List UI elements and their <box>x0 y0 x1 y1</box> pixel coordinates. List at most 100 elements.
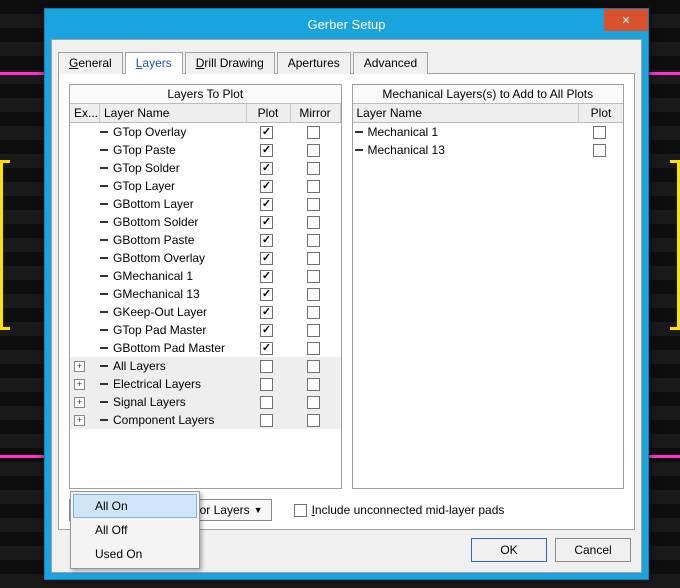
layer-name-label: GTop Layer <box>113 179 175 193</box>
table-row[interactable]: GBottom Layer <box>70 195 341 213</box>
layers-to-plot-body[interactable]: GTop Overlay GTop Paste GTop Solder GTop La… <box>70 123 341 488</box>
layer-name-label: Mechanical 1 <box>368 125 439 139</box>
plot-checkbox[interactable] <box>260 198 273 211</box>
expand-icon[interactable]: + <box>74 379 85 390</box>
layer-name-label: GTop Pad Master <box>113 323 206 337</box>
plot-checkbox[interactable] <box>260 342 273 355</box>
table-row[interactable]: GBottom Pad Master <box>70 339 341 357</box>
col-layer-name[interactable]: Layer Name <box>100 104 247 122</box>
plot-checkbox[interactable] <box>260 324 273 337</box>
plot-checkbox[interactable] <box>260 252 273 265</box>
menu-item-all-off[interactable]: All Off <box>73 518 197 542</box>
plot-layers-menu: All OnAll OffUsed On <box>70 491 200 569</box>
table-row[interactable]: GTop Layer <box>70 177 341 195</box>
plot-checkbox[interactable] <box>260 270 273 283</box>
table-row[interactable]: +Electrical Layers <box>70 375 341 393</box>
plot-checkbox[interactable] <box>260 162 273 175</box>
table-row[interactable]: GKeep-Out Layer <box>70 303 341 321</box>
mirror-checkbox[interactable] <box>307 216 320 229</box>
layer-dash-icon <box>100 383 108 385</box>
col-mech-plot[interactable]: Plot <box>579 104 623 122</box>
expand-icon[interactable]: + <box>74 361 85 372</box>
plot-checkbox[interactable] <box>593 126 606 139</box>
layer-dash-icon <box>100 311 108 313</box>
layer-name-label: Signal Layers <box>113 395 186 409</box>
mechanical-layers-body[interactable]: Mechanical 1 Mechanical 13 <box>353 123 624 488</box>
layer-dash-icon <box>100 293 108 295</box>
layer-name-label: GTop Solder <box>113 161 180 175</box>
plot-checkbox[interactable] <box>593 144 606 157</box>
table-row[interactable]: GBottom Solder <box>70 213 341 231</box>
chevron-down-icon: ▼ <box>254 505 263 515</box>
plot-checkbox[interactable] <box>260 414 273 427</box>
table-row[interactable]: GTop Pad Master <box>70 321 341 339</box>
cancel-button[interactable]: Cancel <box>555 538 631 562</box>
mirror-checkbox[interactable] <box>307 324 320 337</box>
tab-general[interactable]: General <box>58 52 123 74</box>
layer-name-label: GMechanical 1 <box>113 269 193 283</box>
mirror-checkbox[interactable] <box>307 180 320 193</box>
table-row[interactable]: +All Layers <box>70 357 341 375</box>
mirror-checkbox[interactable] <box>307 162 320 175</box>
mirror-checkbox[interactable] <box>307 270 320 283</box>
layer-dash-icon <box>100 329 108 331</box>
layer-name-label: GTop Overlay <box>113 125 186 139</box>
plot-checkbox[interactable] <box>260 180 273 193</box>
titlebar[interactable]: Gerber Setup ✕ <box>45 9 648 39</box>
include-unconnected-option[interactable]: Include unconnected mid-layer pads <box>294 503 505 517</box>
mirror-checkbox[interactable] <box>307 198 320 211</box>
expand-icon[interactable]: + <box>74 415 85 426</box>
plot-checkbox[interactable] <box>260 396 273 409</box>
table-row[interactable]: GMechanical 1 <box>70 267 341 285</box>
ok-button[interactable]: OK <box>471 538 547 562</box>
panels-row: Layers To Plot Ex... Layer Name Plot Mir… <box>69 84 624 489</box>
close-button[interactable]: ✕ <box>604 9 648 31</box>
tab-layers[interactable]: Layers <box>125 52 183 74</box>
plot-checkbox[interactable] <box>260 288 273 301</box>
mirror-checkbox[interactable] <box>307 360 320 373</box>
col-mech-name[interactable]: Layer Name <box>353 104 580 122</box>
table-row[interactable]: GMechanical 13 <box>70 285 341 303</box>
tab-apertures[interactable]: Apertures <box>277 52 351 74</box>
table-row[interactable]: GTop Solder <box>70 159 341 177</box>
table-row[interactable]: Mechanical 13 <box>353 141 624 159</box>
layer-dash-icon <box>100 419 108 421</box>
table-row[interactable]: +Component Layers <box>70 411 341 429</box>
expand-icon[interactable]: + <box>74 397 85 408</box>
col-plot[interactable]: Plot <box>247 104 291 122</box>
col-mirror[interactable]: Mirror <box>291 104 341 122</box>
plot-checkbox[interactable] <box>260 126 273 139</box>
layer-name-label: GBottom Paste <box>113 233 194 247</box>
plot-checkbox[interactable] <box>260 306 273 319</box>
tab-advanced[interactable]: Advanced <box>353 52 428 74</box>
mirror-checkbox[interactable] <box>307 306 320 319</box>
layer-name-label: GBottom Solder <box>113 215 198 229</box>
menu-item-used-on[interactable]: Used On <box>73 542 197 566</box>
table-row[interactable]: GTop Paste <box>70 141 341 159</box>
col-extensions[interactable]: Ex... <box>70 104 100 122</box>
menu-item-all-on[interactable]: All On <box>73 494 197 518</box>
plot-checkbox[interactable] <box>260 216 273 229</box>
plot-checkbox[interactable] <box>260 378 273 391</box>
mirror-checkbox[interactable] <box>307 144 320 157</box>
include-unconnected-checkbox[interactable] <box>294 504 307 517</box>
table-row[interactable]: GTop Overlay <box>70 123 341 141</box>
mirror-checkbox[interactable] <box>307 234 320 247</box>
layer-name-label: GMechanical 13 <box>113 287 200 301</box>
mirror-checkbox[interactable] <box>307 126 320 139</box>
mirror-checkbox[interactable] <box>307 342 320 355</box>
tab-drill-drawing[interactable]: Drill Drawing <box>185 52 275 74</box>
plot-checkbox[interactable] <box>260 144 273 157</box>
mirror-checkbox[interactable] <box>307 288 320 301</box>
table-row[interactable]: Mechanical 1 <box>353 123 624 141</box>
plot-checkbox[interactable] <box>260 234 273 247</box>
mirror-checkbox[interactable] <box>307 378 320 391</box>
plot-checkbox[interactable] <box>260 360 273 373</box>
mirror-checkbox[interactable] <box>307 252 320 265</box>
table-row[interactable]: GBottom Overlay <box>70 249 341 267</box>
table-row[interactable]: GBottom Paste <box>70 231 341 249</box>
mirror-checkbox[interactable] <box>307 396 320 409</box>
layer-dash-icon <box>100 401 108 403</box>
table-row[interactable]: + Signal Layers <box>70 393 341 411</box>
mirror-checkbox[interactable] <box>307 414 320 427</box>
